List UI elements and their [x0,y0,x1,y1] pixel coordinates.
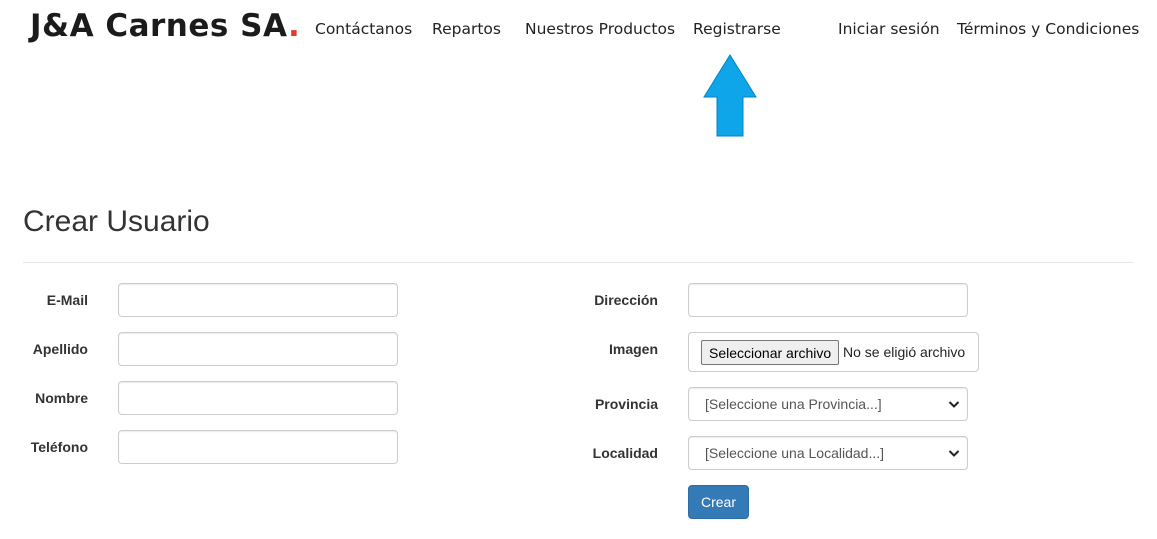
brand-name: J&A Carnes SA [30,8,289,44]
phone-field[interactable] [118,430,398,464]
email-label: E-Mail [46,292,88,308]
address-label: Dirección [594,292,658,308]
province-label: Provincia [594,396,658,412]
chevron-down-icon [948,450,960,457]
nav-link-terms[interactable]: Términos y Condiciones [957,20,1139,38]
select-file-button[interactable]: Seleccionar archivo [701,340,840,365]
chevron-down-icon [948,401,960,408]
page-title: Crear Usuario [23,205,210,238]
arrow-up-icon [703,54,757,137]
create-button[interactable]: Crear [688,485,749,519]
title-divider [23,262,1133,263]
nav-link-login[interactable]: Iniciar sesión [838,20,940,38]
lastname-field[interactable] [118,332,398,366]
email-field[interactable] [118,283,398,317]
name-field[interactable] [118,381,398,415]
nav-link-deliveries[interactable]: Repartos [432,20,501,38]
locality-select[interactable]: [Seleccione una Localidad...] [688,436,968,470]
province-select[interactable]: [Seleccione una Provincia...] [688,387,968,421]
lastname-label: Apellido [32,341,88,357]
phone-label: Teléfono [30,439,88,455]
image-file-input[interactable]: Seleccionar archivo No se eligió archivo [688,332,979,372]
locality-selected-value: [Seleccione una Localidad...] [705,445,885,461]
nav-link-products[interactable]: Nuestros Productos [525,20,675,38]
file-status-text: No se eligió archivo [843,344,966,360]
brand-logo[interactable]: J&A Carnes SA. [30,8,300,44]
nav-link-register[interactable]: Registrarse [693,20,781,38]
image-label: Imagen [608,341,658,357]
province-selected-value: [Seleccione una Provincia...] [705,396,882,412]
name-label: Nombre [35,390,88,406]
address-field[interactable] [688,283,968,317]
nav-link-contact[interactable]: Contáctanos [315,20,412,38]
locality-label: Localidad [592,445,658,461]
brand-dot: . [288,8,301,44]
